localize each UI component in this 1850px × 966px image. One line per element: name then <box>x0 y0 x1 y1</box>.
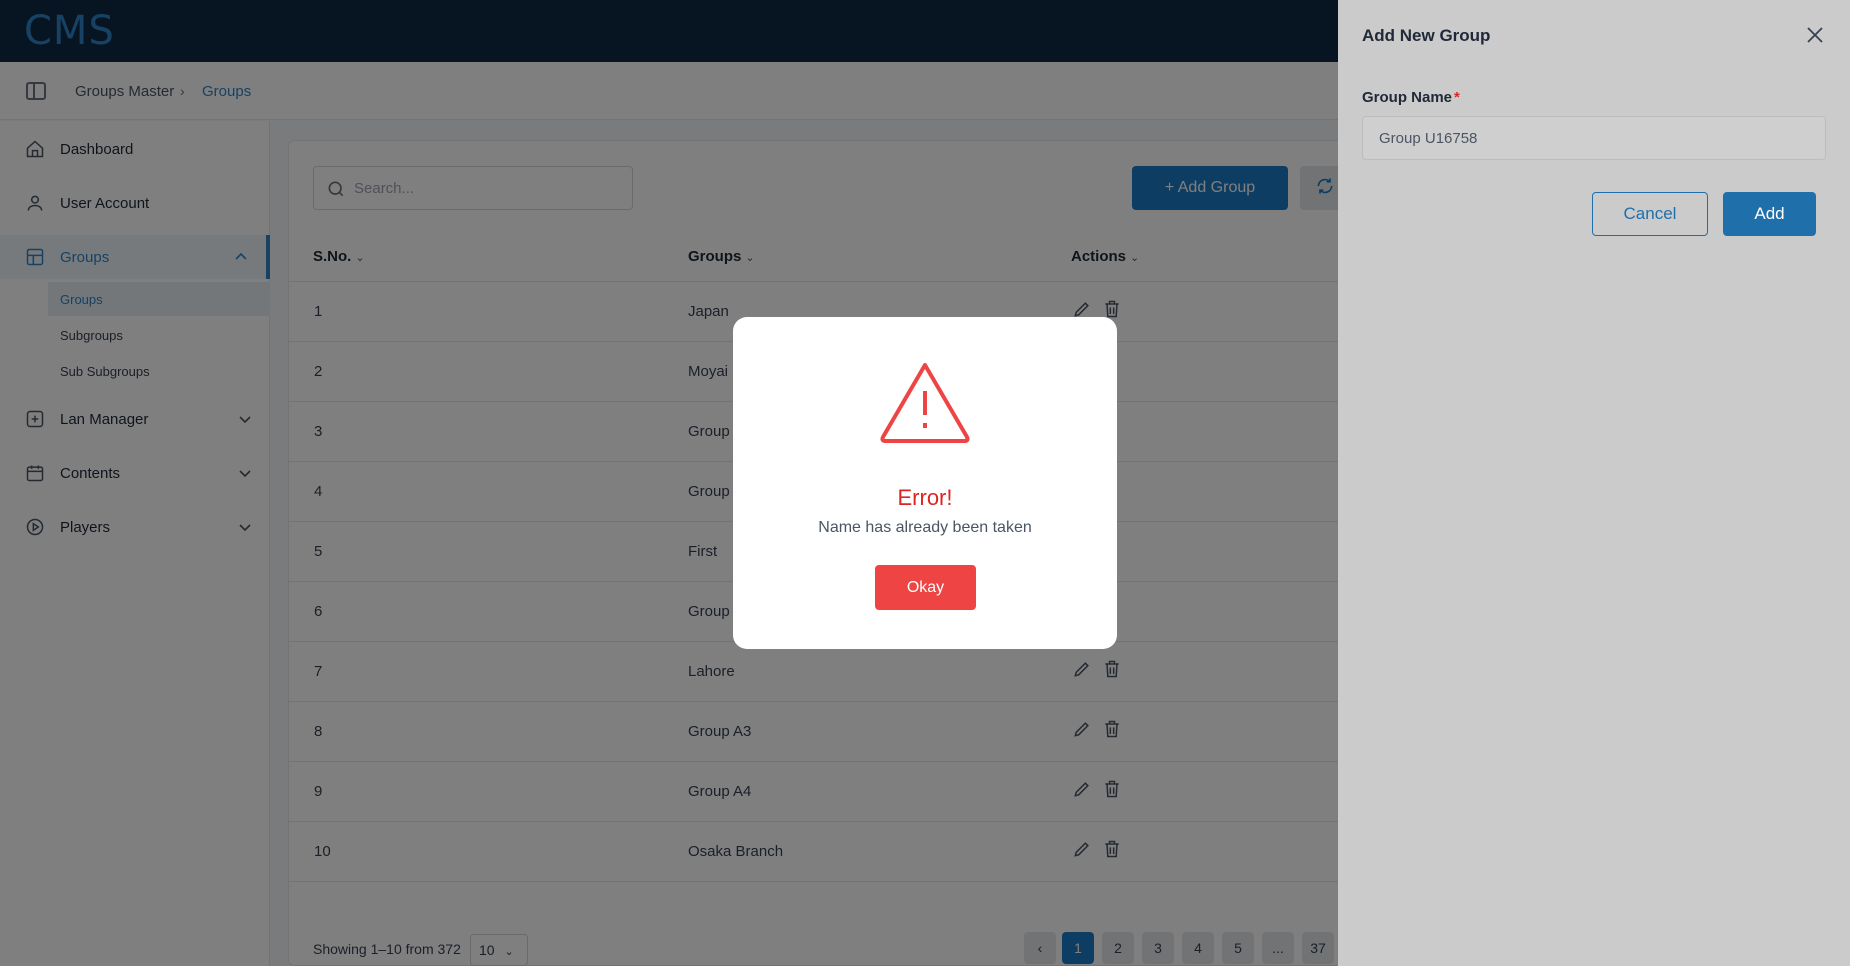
cancel-button[interactable]: Cancel <box>1592 192 1708 236</box>
required-mark: * <box>1454 89 1460 106</box>
modal-title: Error! <box>897 485 953 510</box>
drawer-title: Add New Group <box>1362 26 1491 45</box>
group-name-label-text: Group Name <box>1362 89 1453 106</box>
error-modal: Error! Name has already been taken Okay <box>733 317 1117 649</box>
warning-icon <box>879 361 971 443</box>
close-icon[interactable] <box>1804 24 1826 46</box>
okay-button[interactable]: Okay <box>875 565 976 610</box>
add-group-drawer: Add New Group Group Name* Cancel Add <box>1338 0 1850 966</box>
add-button[interactable]: Add <box>1723 192 1816 236</box>
group-name-input[interactable] <box>1362 116 1826 160</box>
modal-message: Name has already been taken <box>818 519 1032 536</box>
group-name-label: Group Name * <box>1362 89 1460 106</box>
